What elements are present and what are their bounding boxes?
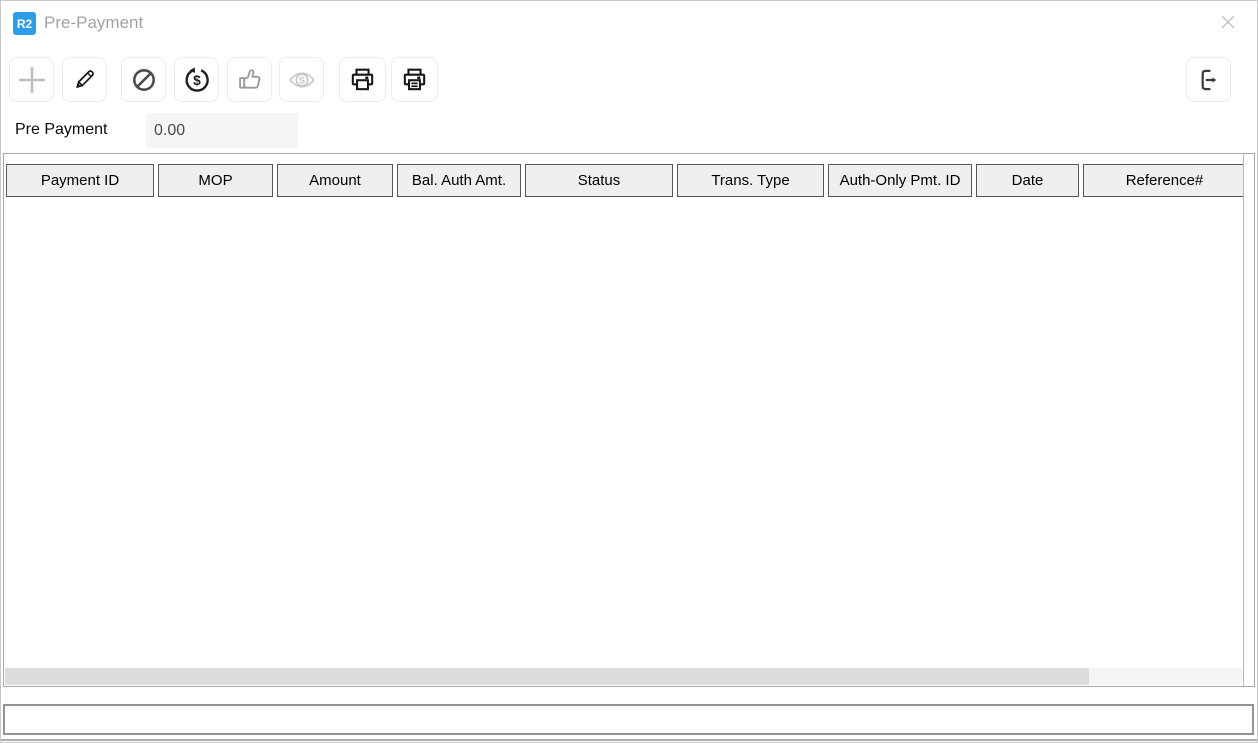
horizontal-scrollbar[interactable] bbox=[5, 668, 1242, 685]
horizontal-scrollbar-thumb[interactable] bbox=[5, 668, 1089, 685]
column-header-bal-auth-amt[interactable]: Bal. Auth Amt. bbox=[397, 164, 521, 197]
grid-header-row: Payment ID MOP Amount Bal. Auth Amt. Sta… bbox=[6, 164, 1246, 197]
void-icon bbox=[130, 66, 158, 94]
column-header-amount[interactable]: Amount bbox=[277, 164, 393, 197]
title-bar: R2 Pre-Payment bbox=[1, 1, 1257, 45]
refund-payment-button[interactable]: $ bbox=[174, 57, 219, 102]
column-header-mop[interactable]: MOP bbox=[158, 164, 273, 197]
approve-thumbs-up-icon bbox=[235, 65, 264, 94]
window-bottom-border bbox=[1, 739, 1257, 741]
vertical-scrollbar[interactable] bbox=[1243, 154, 1254, 686]
grid-rows-empty-region bbox=[5, 200, 1242, 666]
app-logo-text: R2 bbox=[17, 17, 32, 31]
column-header-auth-only-pmt-id[interactable]: Auth-Only Pmt. ID bbox=[828, 164, 972, 197]
exit-button[interactable] bbox=[1186, 57, 1231, 102]
dollar-glyph: $ bbox=[193, 72, 201, 87]
toolbar: $ S bbox=[1, 57, 1257, 103]
approve-payment-button[interactable] bbox=[227, 57, 272, 102]
pre-payment-dialog: R2 Pre-Payment bbox=[0, 0, 1258, 743]
window-title: Pre-Payment bbox=[44, 13, 143, 33]
column-header-trans-type[interactable]: Trans. Type bbox=[677, 164, 824, 197]
payments-grid: Payment ID MOP Amount Bal. Auth Amt. Sta… bbox=[3, 153, 1255, 687]
column-header-date[interactable]: Date bbox=[976, 164, 1079, 197]
column-header-status[interactable]: Status bbox=[525, 164, 673, 197]
pre-payment-label: Pre Payment bbox=[15, 121, 107, 139]
print-button[interactable] bbox=[339, 57, 386, 102]
add-icon bbox=[15, 63, 49, 97]
close-icon bbox=[1217, 11, 1239, 36]
print-detail-icon bbox=[400, 65, 429, 94]
edit-pencil-icon bbox=[71, 66, 98, 93]
currency-refresh-icon: $ bbox=[182, 65, 212, 95]
exit-icon bbox=[1195, 66, 1223, 94]
close-button[interactable] bbox=[1215, 10, 1241, 36]
view-currency-eye-icon: S bbox=[287, 65, 317, 95]
print-detail-button[interactable] bbox=[391, 57, 438, 102]
view-payment-button[interactable]: S bbox=[279, 57, 324, 102]
status-message-box bbox=[3, 704, 1254, 735]
void-payment-button[interactable] bbox=[121, 57, 166, 102]
edit-payment-button[interactable] bbox=[62, 57, 107, 102]
print-icon bbox=[348, 65, 377, 94]
column-header-payment-id[interactable]: Payment ID bbox=[6, 164, 154, 197]
add-payment-button[interactable] bbox=[9, 57, 54, 102]
app-logo: R2 bbox=[13, 12, 36, 35]
pre-payment-amount-field[interactable]: 0.00 bbox=[146, 113, 298, 148]
column-header-reference[interactable]: Reference# bbox=[1083, 164, 1246, 197]
eye-currency-glyph: S bbox=[298, 75, 304, 85]
